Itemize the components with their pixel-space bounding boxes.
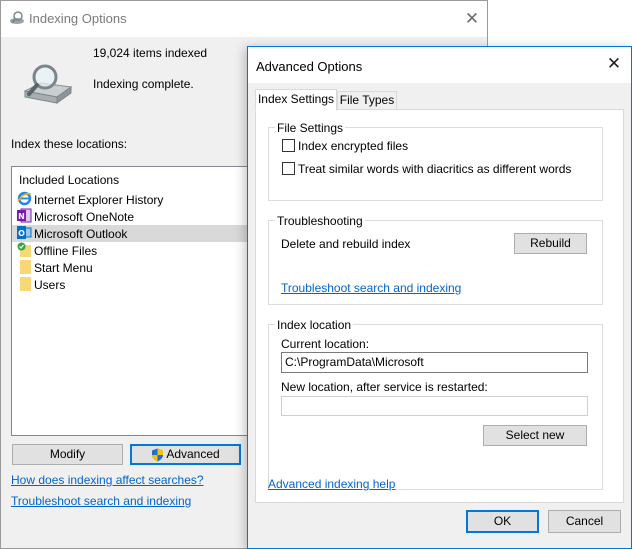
folder-icon bbox=[20, 277, 31, 291]
delete-rebuild-label: Delete and rebuild index bbox=[281, 237, 411, 251]
advanced-button-label: Advanced bbox=[166, 447, 220, 461]
modify-button[interactable]: Modify bbox=[12, 444, 123, 465]
diacritics-checkbox[interactable] bbox=[282, 162, 295, 175]
troubleshooting-label: Troubleshooting bbox=[275, 214, 365, 228]
current-location-label: Current location: bbox=[281, 337, 370, 351]
location-label: Internet Explorer History bbox=[34, 193, 164, 207]
advanced-options-dialog: Advanced Options ✕ Index Settings File T… bbox=[247, 46, 632, 549]
how-indexing-affects-searches-link[interactable]: How does indexing affect searches? bbox=[11, 473, 204, 487]
new-location-field[interactable] bbox=[281, 396, 588, 416]
location-label: Offline Files bbox=[34, 244, 98, 258]
diacritics-label[interactable]: Treat similar words with diacritics as d… bbox=[298, 162, 571, 176]
location-label: Microsoft OneNote bbox=[34, 210, 135, 224]
indexing-drive-icon bbox=[23, 64, 73, 104]
window-title: Indexing Options bbox=[29, 11, 127, 26]
troubleshoot-search-link[interactable]: Troubleshoot search and indexing bbox=[281, 281, 461, 295]
index-location-label: Index location bbox=[275, 318, 354, 332]
rebuild-button[interactable]: Rebuild bbox=[514, 233, 587, 254]
current-location-field[interactable]: C:\ProgramData\Microsoft bbox=[281, 352, 588, 373]
file-settings-label: File Settings bbox=[275, 121, 346, 135]
internet-explorer-icon bbox=[17, 191, 32, 206]
select-new-button[interactable]: Select new bbox=[483, 425, 587, 446]
cancel-button[interactable]: Cancel bbox=[548, 510, 621, 533]
tab-index-settings[interactable]: Index Settings bbox=[255, 89, 337, 111]
tab-file-types[interactable]: File Types bbox=[337, 91, 397, 110]
new-location-label: New location, after service is restarted… bbox=[281, 380, 488, 394]
outlook-icon: O bbox=[17, 226, 32, 239]
location-label: Start Menu bbox=[34, 261, 93, 275]
index-locations-label: Index these locations: bbox=[11, 137, 128, 151]
uac-shield-icon bbox=[152, 448, 164, 462]
items-indexed-count: 19,024 items indexed bbox=[93, 46, 208, 60]
indexing-status: Indexing complete. bbox=[93, 77, 194, 91]
advanced-indexing-help-link[interactable]: Advanced indexing help bbox=[268, 477, 395, 491]
troubleshoot-search-link[interactable]: Troubleshoot search and indexing bbox=[11, 494, 191, 508]
close-icon[interactable]: ✕ bbox=[461, 9, 483, 29]
location-label: Microsoft Outlook bbox=[34, 227, 128, 241]
location-label: Users bbox=[34, 278, 66, 292]
onenote-icon: N bbox=[17, 208, 32, 223]
indexing-options-icon bbox=[10, 11, 24, 24]
close-icon[interactable]: ✕ bbox=[603, 54, 625, 74]
svg-text:N: N bbox=[18, 212, 25, 221]
index-encrypted-files-label[interactable]: Index encrypted files bbox=[298, 139, 408, 153]
included-locations-header: Included Locations bbox=[19, 173, 120, 187]
advanced-button[interactable]: Advanced bbox=[130, 444, 241, 465]
svg-text:O: O bbox=[18, 229, 25, 238]
ok-button[interactable]: OK bbox=[466, 510, 539, 533]
offline-files-folder-icon bbox=[17, 242, 31, 257]
dialog-title: Advanced Options bbox=[256, 59, 363, 74]
folder-icon bbox=[20, 260, 31, 274]
index-encrypted-files-checkbox[interactable] bbox=[282, 139, 295, 152]
